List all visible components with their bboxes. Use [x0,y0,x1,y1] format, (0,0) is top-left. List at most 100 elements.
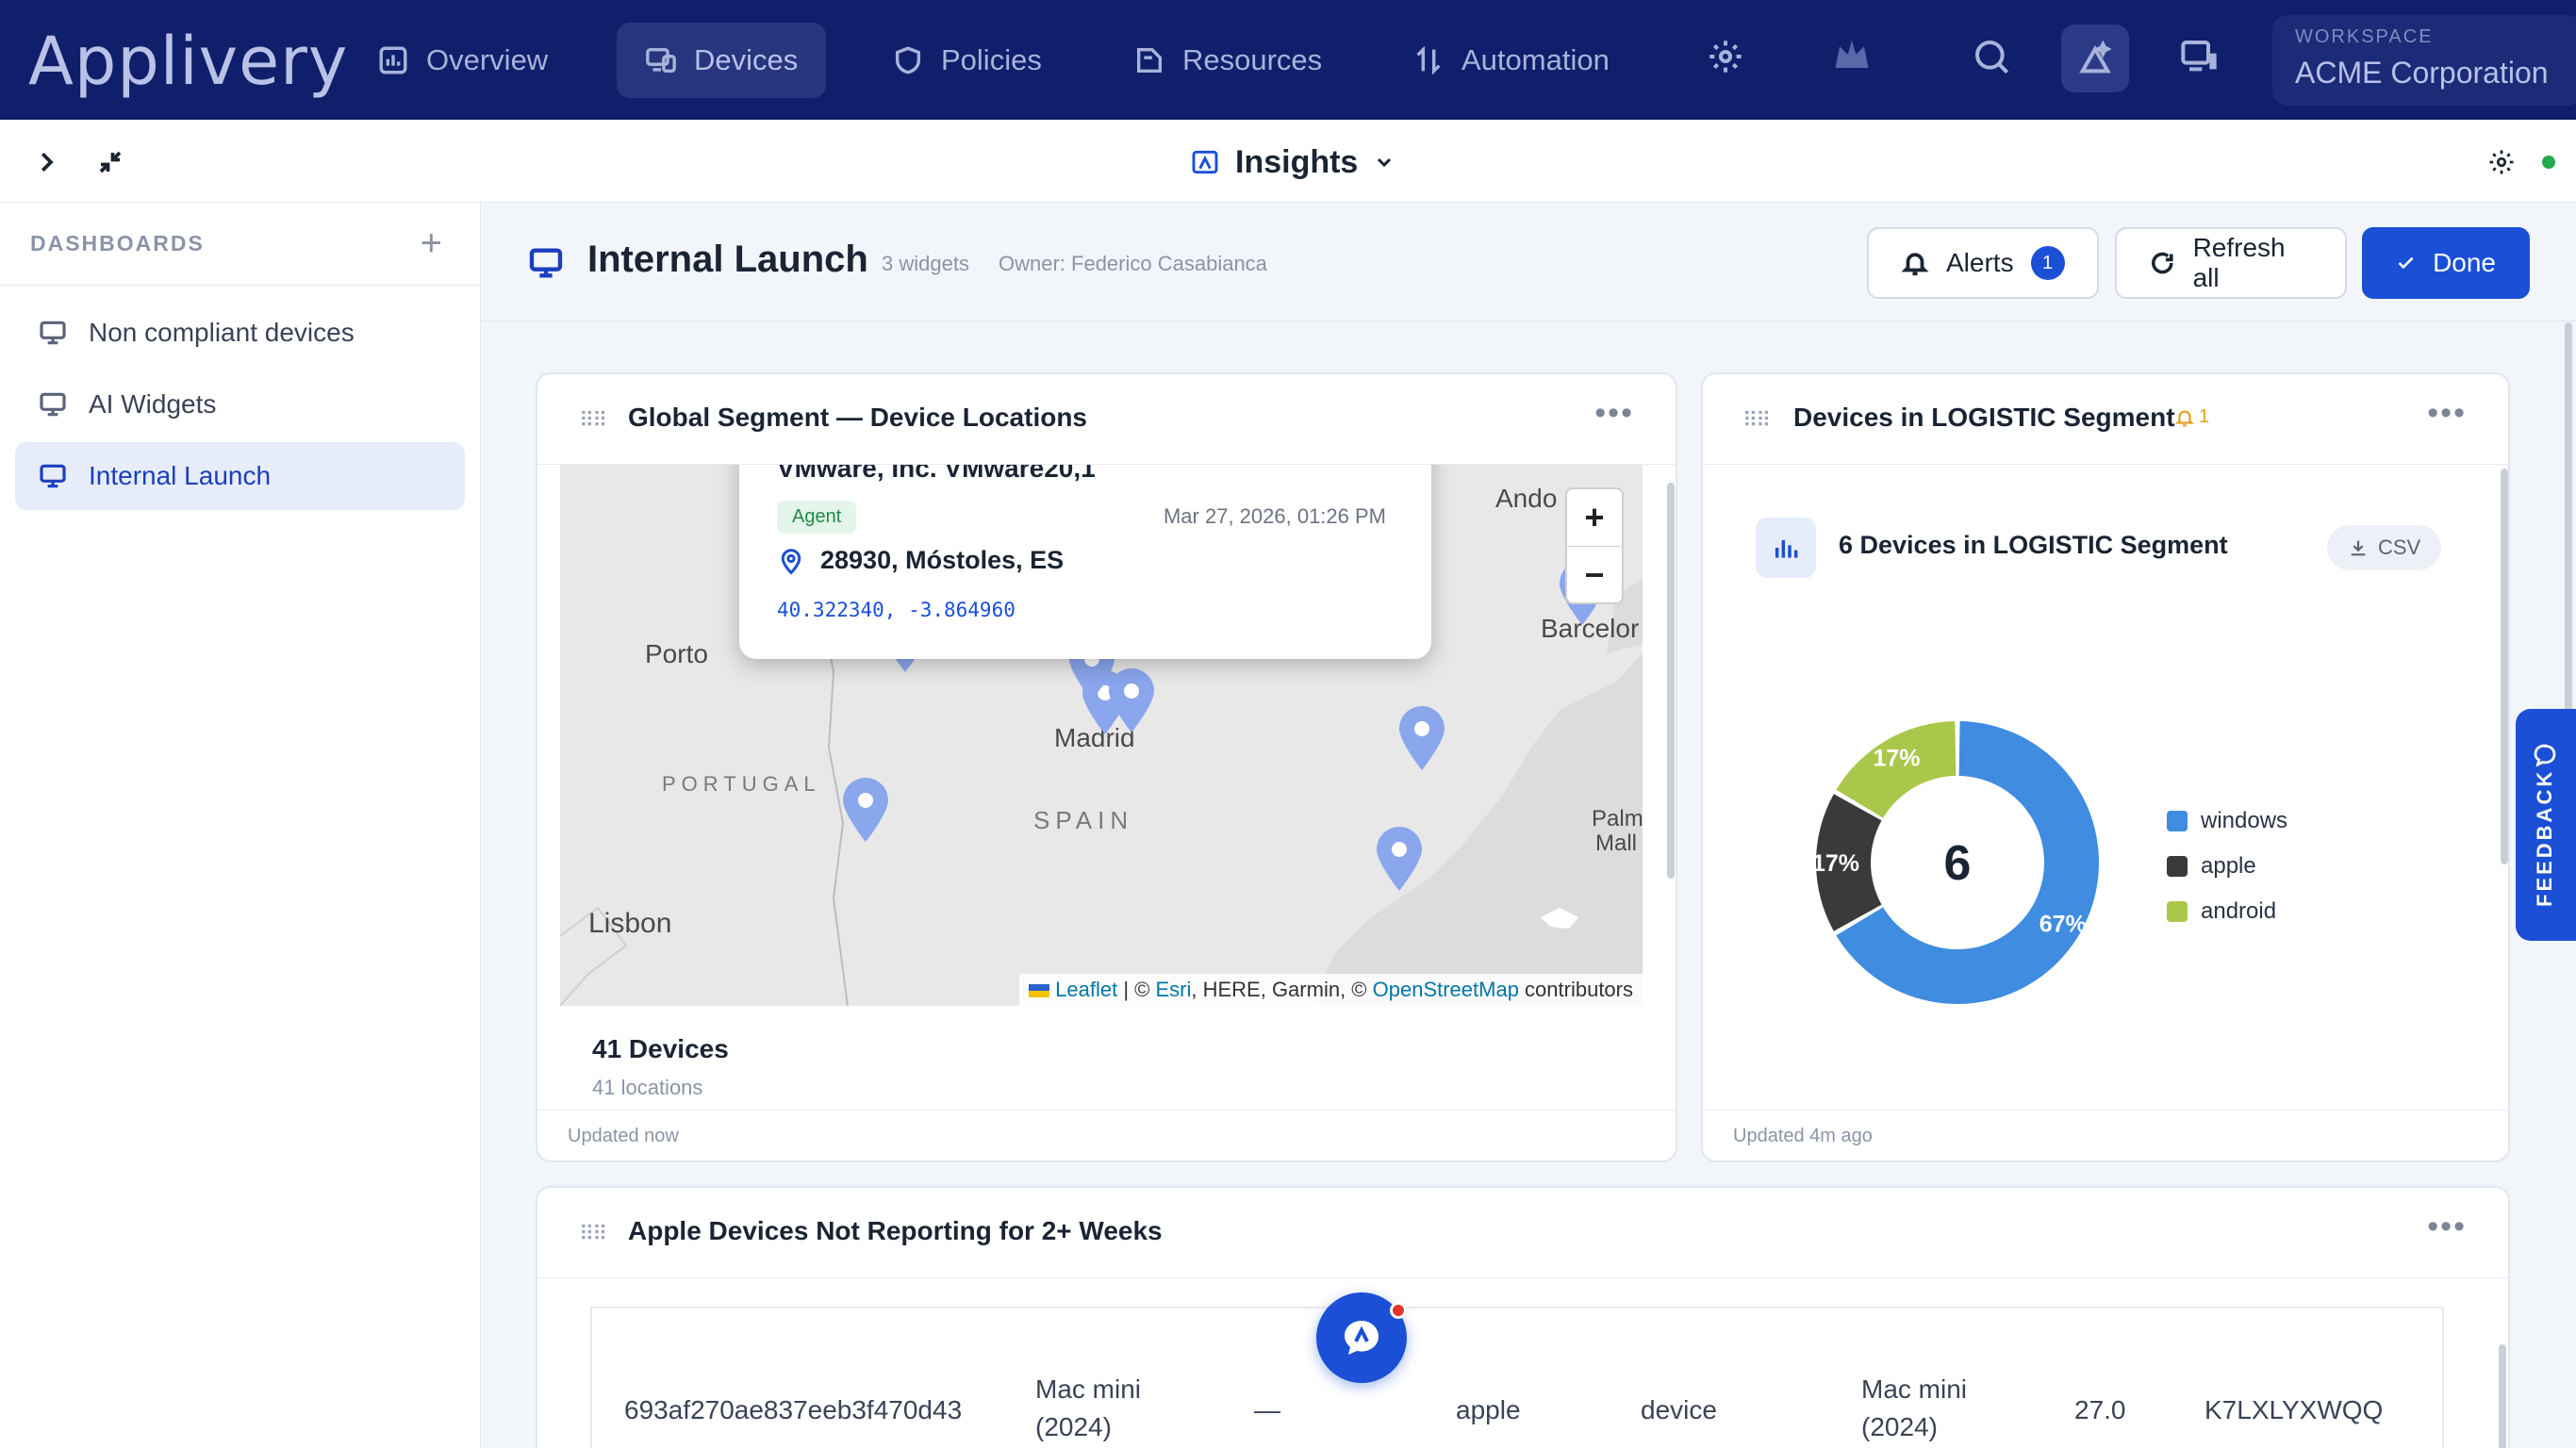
done-button[interactable]: Done [2362,227,2530,299]
monitor-icon [40,321,66,345]
donut-chart: 67% 17% 17% 6 [1812,721,2099,1004]
legend-item-android[interactable]: android [2167,898,2276,925]
widget-alert-indicator[interactable]: 1 [2174,406,2209,428]
drag-handle-icon[interactable]: ⠿⠿ [579,1222,607,1246]
drag-handle-icon[interactable]: ⠿⠿ [1742,408,1771,433]
updated-text: Updated 4m ago [1733,1126,1873,1146]
nav-overview-label: Overview [426,43,549,76]
monitor-icon [40,392,66,417]
legend-swatch [2167,901,2188,922]
leaflet-link[interactable]: Leaflet [1055,978,1117,1001]
zoom-out-button[interactable]: − [1567,546,1622,602]
download-icon [2351,540,2366,556]
collapse-button[interactable] [89,140,132,184]
table-cell-model: Mac mini (2024) [1035,1374,1142,1441]
esri-link[interactable]: Esri [1155,978,1191,1001]
device-map[interactable]: Porto PORTUGAL SPAIN Lisbon Madrid Ando … [560,465,1643,1006]
osm-link[interactable]: OpenStreetMap [1373,978,1519,1001]
legend-label: windows [2201,808,2288,833]
chat-icon [2534,744,2556,767]
widget-scrollbar[interactable] [2499,1344,2506,1448]
donut-center-value: 6 [1944,836,1972,891]
popup-pointer [1261,617,1302,658]
sidebar-item-non-compliant-devices[interactable]: Non compliant devices [15,299,465,367]
chevron-down-icon [1378,157,1392,168]
csv-download-button[interactable]: CSV [2327,525,2442,570]
widget-footer: Updated 4m ago [1703,1110,2508,1160]
bell-icon [1901,253,1929,276]
attribution-end: contributors [1518,978,1633,1001]
widget-title: Apple Devices Not Reporting for 2+ Weeks [628,1216,1163,1245]
nav-automation[interactable]: Automation [1384,23,1638,98]
expand-sidebar-button[interactable] [25,140,68,184]
more-options-button[interactable]: ••• [2427,1209,2467,1245]
legend-label: apple [2201,853,2256,879]
table-cell-model-name: Mac mini (2024) [1861,1374,1968,1441]
legend-label: android [2201,898,2277,924]
add-dashboard-button[interactable]: + [421,222,442,265]
monitor-icon [40,464,66,488]
location-pin-icon[interactable] [839,776,892,844]
applivery-logo[interactable]: Applivery [28,23,348,100]
premium-nav-button[interactable] [1824,28,1880,85]
csv-label: CSV [2378,535,2421,559]
insights-title: Insights [1235,143,1359,180]
legend-item-windows[interactable]: windows [2167,808,2287,834]
workspace-selector[interactable]: WORKSPACE ACME Corporation [2272,15,2576,106]
nav-overview[interactable]: Overview [349,23,576,98]
ai-assistant-button[interactable] [2061,25,2129,92]
alerts-button[interactable]: Alerts 1 [1867,227,2099,299]
more-options-button[interactable]: ••• [2427,395,2467,432]
minimize-icon [99,151,122,173]
feedback-tab[interactable]: FEEDBACK [2516,709,2576,941]
ukraine-flag-icon [1029,984,1050,998]
apple-devices-widget: ⠿⠿ Apple Devices Not Reporting for 2+ We… [536,1186,2510,1448]
slice-percent-label: 17% [1812,850,1859,877]
map-label-mallorca: Mall [1595,831,1638,856]
sidebar-item-ai-widgets[interactable]: AI Widgets [15,370,465,438]
sidebar-header: DASHBOARDS + [0,203,480,286]
table-cell-device-id[interactable]: 693af270ae837eeb3f470d43 [624,1391,962,1429]
refresh-all-button[interactable]: Refresh all [2115,227,2347,299]
nav-automation-label: Automation [1461,43,1610,76]
settings-nav-button[interactable] [1697,28,1754,85]
location-marker-icon [781,548,801,575]
map-label-portugal: PORTUGAL [662,772,821,796]
insights-subheader: Insights [0,120,2576,203]
more-options-button[interactable]: ••• [1594,395,1634,432]
widget-scrollbar[interactable] [2501,469,2508,864]
sidebar-item-label: Internal Launch [89,461,272,490]
sidebar-item-internal-launch[interactable]: Internal Launch [15,442,465,510]
legend-item-apple[interactable]: apple [2167,853,2256,880]
widget-title: Devices in LOGISTIC Segment [1793,403,2175,432]
widget-header: ⠿⠿ Global Segment — Device Locations ••• [537,374,1676,465]
nav-devices[interactable]: Devices [617,23,827,98]
search-button[interactable] [1963,28,2020,85]
shield-icon [895,46,921,74]
logistic-segment-widget: ⠿⠿ Devices in LOGISTIC Segment 1 ••• 6 D… [1701,372,2510,1162]
workspace-name: ACME Corporation [2295,56,2549,90]
popup-coordinates[interactable]: 40.322340, -3.864960 [777,599,1016,621]
agent-badge: Agent [777,501,857,534]
drag-handle-icon[interactable]: ⠿⠿ [579,408,607,433]
map-label-lisbon: Lisbon [588,908,672,939]
widget-scrollbar[interactable] [1667,483,1675,879]
done-label: Done [2433,248,2496,277]
nav-resources[interactable]: Resources [1105,23,1350,98]
zoom-in-button[interactable]: + [1567,489,1622,546]
map-zoom-controls: + − [1565,487,1624,604]
insights-settings-button[interactable] [2480,140,2523,184]
location-pin-icon[interactable] [1373,825,1426,893]
table-cell-os-version: 27.0 [2074,1395,2126,1424]
sidebar-item-label: AI Widgets [89,389,217,419]
location-pin-icon[interactable] [1395,704,1448,772]
widget-footer: Updated now [537,1110,1676,1160]
monitor-icon [527,244,565,282]
apps-nav-button[interactable] [2171,28,2227,85]
attribution-separator: | © [1117,978,1156,1001]
insights-dropdown[interactable]: Insights [1190,139,1395,186]
feedback-label: FEEDBACK [2533,768,2556,907]
nav-policies[interactable]: Policies [864,23,1070,98]
automation-icon [1416,45,1441,75]
gear-icon [1709,41,1742,73]
